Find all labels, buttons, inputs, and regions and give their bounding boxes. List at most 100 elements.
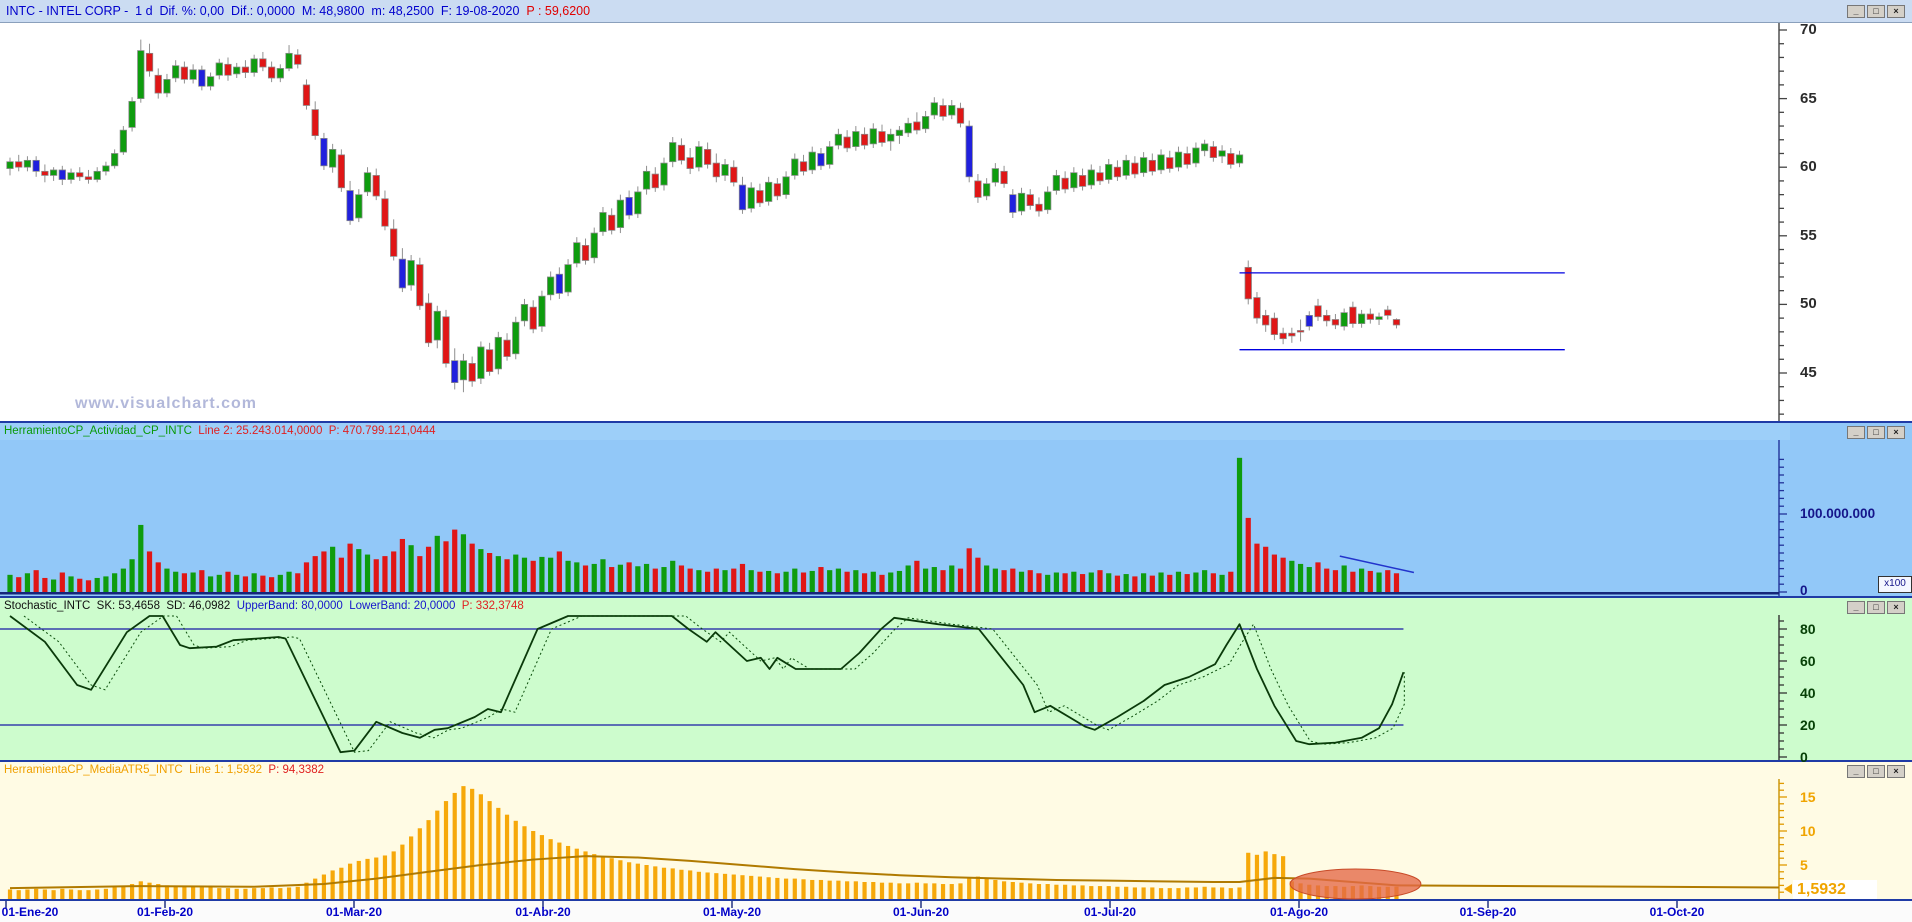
volume-bar [984, 565, 990, 592]
volume-bar [1071, 571, 1077, 592]
atr-bar [1028, 883, 1033, 899]
candle-body [1174, 151, 1183, 168]
atr-bar [1193, 887, 1199, 899]
atr-bar [103, 888, 109, 899]
atr-bar [644, 865, 649, 899]
candle-body [276, 68, 284, 79]
activity-pane-maximize-button[interactable]: □ [1867, 426, 1885, 439]
candle-body [625, 197, 633, 216]
volume-bar [652, 568, 658, 592]
atr-bar [1124, 886, 1129, 899]
candle-body [939, 105, 947, 117]
atr-bar [452, 792, 457, 899]
candle-body [494, 336, 502, 370]
atr-bar [975, 876, 981, 899]
volume-bar [722, 570, 728, 592]
volume-bar [739, 563, 746, 592]
stochastic-pane-minimize-button[interactable]: _ [1847, 601, 1865, 614]
volume-bar [495, 556, 501, 592]
atr-bar [984, 878, 989, 899]
volume-bar [757, 571, 763, 592]
atr-bar [278, 888, 283, 899]
candle-body [930, 102, 938, 116]
volume-bar [16, 577, 22, 592]
atr-bar [1211, 887, 1216, 899]
candle-body [669, 142, 677, 163]
activity-pane-close-button[interactable]: × [1887, 426, 1905, 439]
candle-body [1209, 146, 1217, 158]
candle-body [198, 69, 206, 87]
candle-body [983, 183, 991, 197]
candle-body [346, 190, 354, 222]
volume-bar [1010, 568, 1016, 592]
candle-body [991, 168, 999, 183]
atr-bar [583, 851, 588, 899]
candle-body [634, 191, 642, 215]
atr-bar [557, 842, 562, 899]
visual-chart-window: INTC - INTEL CORP - 1 d Dif. %: 0,00 Dif… [0, 0, 1912, 922]
volume-bar [1315, 562, 1321, 592]
atr-bar [670, 868, 675, 899]
atr-bar [923, 883, 928, 899]
volume-bar [696, 570, 702, 592]
volume-bar [1341, 565, 1347, 592]
atr-bar [1237, 887, 1242, 899]
candle-body [1105, 164, 1113, 180]
volume-bar [199, 570, 205, 592]
candle-body [564, 264, 572, 293]
atr-bar [243, 888, 248, 899]
candle-body [1131, 162, 1139, 175]
atr-bar [182, 886, 187, 899]
atr-bar [906, 883, 911, 899]
atr-bar [461, 786, 466, 899]
atr-pane-minimize-button[interactable]: _ [1847, 765, 1865, 778]
candle-body [1192, 147, 1200, 164]
activity-pane-header: HerramientoCP_Actividad_CP_INTC Line 2: … [0, 423, 1790, 440]
candle-body [1035, 203, 1043, 212]
date-axis-label: 01-Mar-20 [325, 905, 383, 919]
volume-bar [600, 559, 606, 592]
atr-bar [879, 882, 885, 899]
atr-bar [845, 881, 850, 899]
volume-bar [399, 538, 405, 592]
atr-bar [862, 882, 867, 899]
stochastic-pane-maximize-button[interactable]: □ [1867, 601, 1885, 614]
atr-bar [1132, 887, 1137, 899]
chart-canvas [0, 22, 1912, 922]
candle-body [738, 184, 747, 211]
atr-bar [1097, 886, 1103, 899]
activity-pane-minimize-button[interactable]: _ [1847, 426, 1865, 439]
atr-bar [853, 881, 858, 899]
atr-bar [1036, 884, 1042, 899]
price-pane-minimize-button[interactable]: _ [1847, 5, 1865, 18]
candle-body [433, 310, 441, 341]
atr-bar [627, 862, 632, 899]
date-axis-label: 01-Jun-20 [892, 905, 950, 919]
candle-body [1061, 177, 1069, 190]
volume-bar [975, 557, 981, 592]
candle-body [1375, 316, 1383, 320]
candle-body [215, 62, 223, 76]
price-pane-close-button[interactable]: × [1887, 5, 1905, 18]
volume-bar [818, 567, 824, 592]
atr-bar [618, 860, 623, 899]
volume-bar [103, 576, 109, 592]
price-pane-maximize-button[interactable]: □ [1867, 5, 1885, 18]
candle-body [1078, 175, 1087, 187]
atr-pane-maximize-button[interactable]: □ [1867, 765, 1885, 778]
atr-bar [740, 875, 745, 899]
candle-body [1183, 153, 1191, 165]
volume-bar [1106, 573, 1112, 592]
stochastic-pane-close-button[interactable]: × [1887, 601, 1905, 614]
candle-body [41, 170, 49, 176]
volume-bar [269, 577, 275, 592]
date-axis-label: 01-Jul-20 [1083, 905, 1137, 919]
candle-body [904, 122, 912, 134]
volume-bar [1228, 571, 1234, 592]
atr-pane-close-button[interactable]: × [1887, 765, 1905, 778]
volume-bar [277, 574, 283, 592]
volume-bar [896, 570, 903, 592]
volume-bar [155, 562, 161, 592]
candle-body [1148, 159, 1156, 172]
volume-bar [1027, 570, 1033, 592]
